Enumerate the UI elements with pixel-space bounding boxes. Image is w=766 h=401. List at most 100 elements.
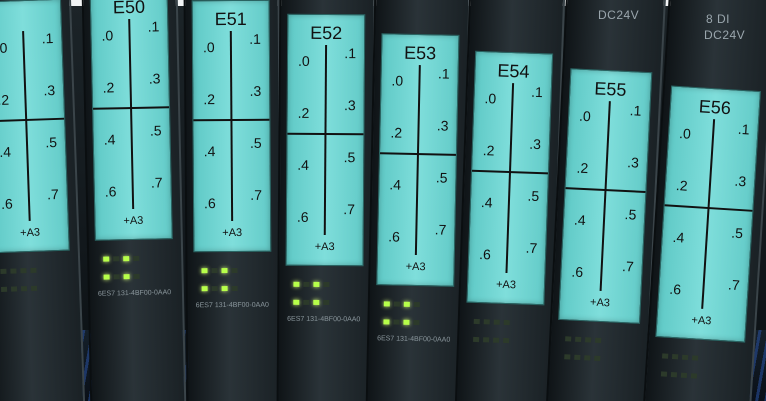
channel-digit: .5 xyxy=(730,224,744,242)
status-led xyxy=(670,372,678,378)
bottom-label: +A3 xyxy=(19,226,41,240)
status-led xyxy=(691,355,699,361)
status-led xyxy=(690,373,698,379)
module-label-strip: E51 +A3 .0 .2 .4 .6 .1 .3 .5 .7 xyxy=(191,0,272,253)
status-led xyxy=(303,281,310,287)
status-led xyxy=(594,355,601,362)
channel-digit: .3 xyxy=(43,81,56,99)
status-led xyxy=(211,286,218,292)
status-led xyxy=(483,337,490,343)
part-number: 6ES7 131-4BF00-0AA0 xyxy=(97,289,172,298)
part-number: 6ES7 131-4BF00-0AA0 xyxy=(195,301,269,310)
status-led xyxy=(313,281,320,287)
status-led xyxy=(20,286,28,292)
status-led xyxy=(585,337,592,343)
led-array xyxy=(0,262,41,299)
module-tag: E56 xyxy=(698,96,732,119)
module-tag: E52 xyxy=(310,22,343,44)
io-module: E53 +A3 .0 .2 .4 .6 .1 .3 .5 .7 6ES7 131-4BF00-0AA… xyxy=(365,0,471,401)
label-vertical-line xyxy=(323,45,328,236)
channel-digit: .2 xyxy=(297,104,310,121)
channel-digit: .6 xyxy=(0,195,14,212)
status-led xyxy=(303,299,310,305)
channel-digit: .6 xyxy=(104,183,117,200)
channel-digit: .3 xyxy=(343,97,356,114)
module-tag: E53 xyxy=(403,42,437,64)
status-led xyxy=(483,319,490,325)
status-led xyxy=(565,336,572,342)
status-led xyxy=(383,301,390,307)
io-module: +A3 .0 .2 .4 .6 .1 .3 .5 .7 xyxy=(0,0,86,401)
status-led xyxy=(323,281,330,288)
channel-digit: .0 xyxy=(484,90,497,107)
status-led xyxy=(413,319,420,326)
status-led xyxy=(323,299,330,306)
status-led xyxy=(201,286,208,292)
channel-digit: .5 xyxy=(624,206,637,223)
channel-digit: .7 xyxy=(343,201,355,218)
module-label-strip: E55 +A3 .0 .2 .4 .6 .1 .3 .5 .7 xyxy=(558,68,653,324)
bottom-label: +A3 xyxy=(405,260,426,274)
io-module: E51 +A3 .0 .2 .4 .6 .1 .3 .5 .7 6ES7 131-4BF00-0AA… xyxy=(183,0,283,401)
status-led xyxy=(10,268,17,274)
channel-digit: .0 xyxy=(578,107,592,125)
dc-label: DC24V xyxy=(598,8,640,22)
channel-digit: .2 xyxy=(0,91,10,108)
bottom-label: +A3 xyxy=(691,314,712,328)
bottom-label: +A3 xyxy=(495,278,517,292)
status-led xyxy=(564,354,571,360)
channel-digit: .4 xyxy=(389,176,402,193)
io-module: E50 +A3 .0 .2 .4 .6 .1 .3 .5 .7 6ES7 131-4BF00-0AA… xyxy=(81,0,187,401)
status-led xyxy=(383,319,390,325)
status-led xyxy=(201,268,208,274)
module-tag: E50 xyxy=(112,0,146,18)
status-led xyxy=(661,353,669,359)
status-led xyxy=(293,299,300,305)
status-led xyxy=(493,319,500,325)
channel-digit: .1 xyxy=(629,102,642,119)
status-led xyxy=(413,301,420,308)
io-module: E55 +A3 .0 .2 .4 .6 .1 .3 .5 .7 xyxy=(545,0,667,401)
channel-digit: .2 xyxy=(203,91,216,108)
status-led xyxy=(575,336,582,343)
channel-digit: .6 xyxy=(388,228,401,245)
channel-digit: .5 xyxy=(45,133,58,151)
status-led xyxy=(473,336,480,343)
status-led xyxy=(671,354,679,360)
channel-digit: .5 xyxy=(149,122,162,139)
status-led xyxy=(313,299,320,305)
module-label-strip: E52 +A3 .0 .2 .4 .6 .1 .3 .5 .7 xyxy=(285,13,366,267)
channel-digit: .3 xyxy=(249,82,262,99)
led-array xyxy=(660,347,702,385)
status-led xyxy=(133,273,140,279)
status-led xyxy=(20,268,27,274)
channel-digit: .4 xyxy=(573,211,587,229)
status-led xyxy=(680,372,688,379)
io-module: E52 +A3 .0 .2 .4 .6 .1 .3 .5 .7 6ES7 131-4BF00-0AA… xyxy=(276,0,376,401)
status-led xyxy=(393,319,400,325)
status-led xyxy=(595,337,602,344)
channel-digit: .4 xyxy=(0,143,12,160)
led-array xyxy=(383,295,424,332)
label-vertical-line xyxy=(599,101,611,291)
channel-digit: .7 xyxy=(46,185,60,203)
channel-digit: .7 xyxy=(250,186,263,203)
status-led xyxy=(103,256,110,262)
status-led xyxy=(503,337,510,344)
channel-digit: .0 xyxy=(678,125,692,142)
channel-digit: .7 xyxy=(525,239,538,257)
channel-digit: .6 xyxy=(478,246,492,263)
channel-digit: .1 xyxy=(530,83,544,101)
status-led xyxy=(30,285,38,291)
channel-digit: .2 xyxy=(482,142,495,159)
status-led xyxy=(133,255,140,261)
part-number: 6ES7 131-4BF00-0AA0 xyxy=(287,315,361,324)
channel-digit: .4 xyxy=(672,228,685,246)
channel-digit: .2 xyxy=(576,159,589,177)
channel-digit: .0 xyxy=(101,27,114,44)
channel-digit: .1 xyxy=(147,18,160,35)
status-led xyxy=(473,318,480,325)
status-led xyxy=(493,337,500,343)
status-led xyxy=(221,286,228,292)
label-horizontal-line xyxy=(287,132,364,136)
